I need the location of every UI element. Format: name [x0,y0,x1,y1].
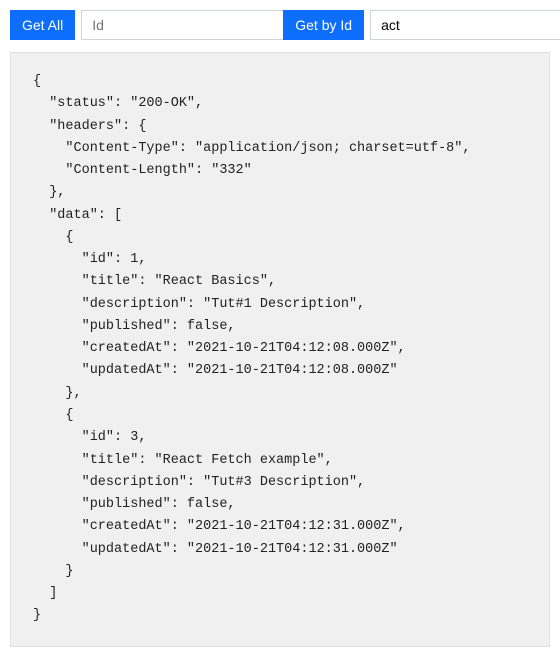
title-input[interactable] [370,10,560,40]
get-by-id-button[interactable]: Get by Id [283,10,364,40]
get-all-button[interactable]: Get All [10,10,75,40]
toolbar: Get All Get by Id Find By Title Clear [10,10,550,40]
id-input[interactable] [81,10,284,40]
id-input-group: Get by Id [81,10,364,40]
title-input-group: Find By Title [370,10,560,40]
result-output: { "status": "200-OK", "headers": { "Cont… [10,52,550,647]
